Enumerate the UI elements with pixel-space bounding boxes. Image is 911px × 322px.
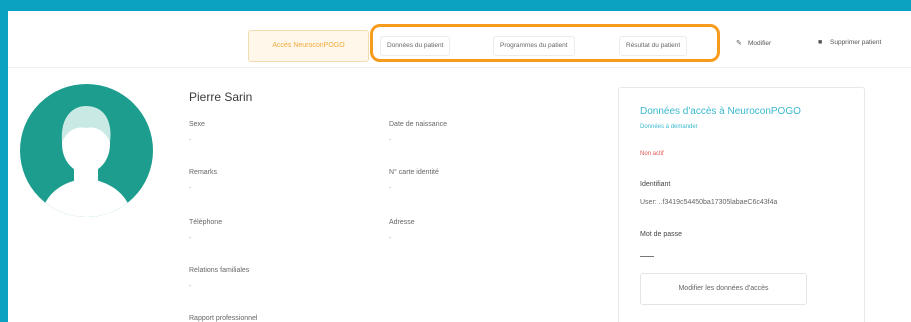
access-neurocon-button[interactable]: Accès NeuroconPOGO	[248, 30, 369, 62]
toolbar-divider	[8, 67, 911, 68]
field-label-address: Adresse	[389, 219, 415, 226]
avatar	[20, 84, 153, 217]
password-label: Mot de passe	[640, 231, 683, 238]
field-value-remarks: -	[189, 185, 192, 192]
field-label-remarks: Remarks	[189, 169, 218, 176]
trash-icon: ■	[818, 39, 823, 46]
delete-label: Supprimer patient	[830, 39, 882, 46]
field-label-family: Relations familiales	[189, 267, 250, 274]
patient-tabs-highlight: Données du patient Programmes du patient…	[370, 24, 720, 62]
access-data-panel: Données d'accès à NeuroconPOGO Données à…	[618, 87, 865, 322]
edit-button[interactable]: ✎ Modifier	[736, 39, 771, 47]
tab-patient-data[interactable]: Données du patient	[380, 36, 451, 56]
field-value-family: -	[189, 283, 192, 290]
pencil-icon: ✎	[736, 40, 742, 47]
field-label-professional: Rapport professionnel	[189, 315, 258, 322]
patient-name: Pierre Sarin	[189, 90, 253, 104]
toolbar: Accès NeuroconPOGO Données du patient Pr…	[8, 11, 911, 67]
edit-access-data-button[interactable]: Modifier les données d'accès	[640, 273, 807, 305]
field-value-phone: -	[189, 235, 192, 242]
status-badge: Non actif	[640, 151, 664, 157]
identifier-label: Identifiant	[640, 181, 671, 188]
identifier-value: User: ..f3419c54450ba17305labaeC6c43f4a	[640, 199, 778, 206]
field-label-birthdate: Date de naissance	[389, 121, 447, 128]
field-label-phone: Téléphone	[189, 219, 223, 226]
panel-subtitle-link[interactable]: Données à demander	[640, 124, 698, 130]
field-label-id-card: N° carte identité	[389, 169, 439, 176]
user-silhouette-icon	[40, 106, 133, 217]
app-window: Accès NeuroconPOGO Données du patient Pr…	[8, 11, 911, 322]
edit-label: Modifier	[748, 40, 772, 47]
tab-patient-programs[interactable]: Programmes du patient	[493, 36, 575, 56]
panel-title: Données d'accès à NeuroconPOGO	[640, 106, 801, 117]
delete-patient-button[interactable]: ■ Supprimer patient	[818, 39, 881, 46]
password-placeholder	[640, 256, 654, 257]
field-value-sex: -	[189, 137, 192, 144]
field-value-id-card: -	[389, 185, 392, 192]
field-label-sex: Sexe	[189, 121, 205, 128]
field-value-birthdate: -	[389, 137, 392, 144]
tab-patient-results[interactable]: Résultat du patient	[619, 36, 688, 56]
field-value-address: -	[389, 235, 392, 242]
